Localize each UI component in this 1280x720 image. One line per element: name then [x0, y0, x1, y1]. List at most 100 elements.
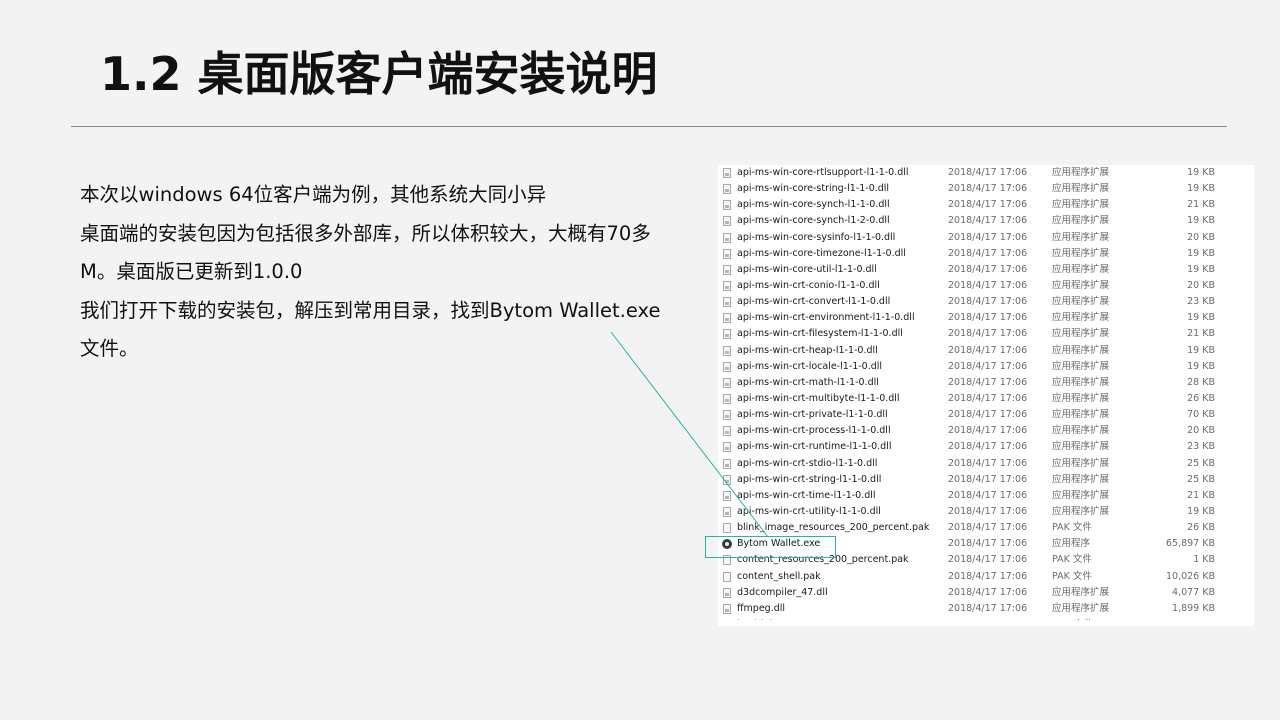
file-row[interactable]: content_shell.pak 2018/4/17 17:06 PAK 文件 10…	[718, 569, 1254, 585]
file-row[interactable]: api-ms-win-core-rtlsupport-l1-1-0.dll 201…	[718, 165, 1254, 181]
file-row[interactable]: api-ms-win-crt-time-l1-1-0.dll 2018/4/17 …	[718, 488, 1254, 504]
body-line-1: 本次以windows 64位客户端为例，其他系统大同小异	[80, 183, 547, 206]
file-row[interactable]: api-ms-win-core-synch-l1-2-0.dll 2018/4/1…	[718, 213, 1254, 229]
file-type: 应用程序扩展	[1052, 296, 1110, 308]
file-name: api-ms-win-core-synch-l1-2-0.dll	[737, 215, 890, 227]
file-type: 应用程序扩展	[1052, 247, 1110, 259]
file-type: 应用程序扩展	[1052, 215, 1110, 227]
file-date: 2018/4/17 17:06	[948, 425, 1028, 437]
file-name: api-ms-win-crt-filesystem-l1-1-0.dll	[737, 328, 903, 340]
body-line-5: 文件。	[80, 337, 139, 360]
file-date: 2018/4/17 17:06	[948, 344, 1028, 356]
file-size: 20 KB	[1187, 425, 1215, 437]
file-row[interactable]: blink_image_resources_200_percent.pak 201…	[718, 520, 1254, 536]
file-row[interactable]: d3dcompiler_47.dll 2018/4/17 17:06 应用程序扩展 4…	[718, 585, 1254, 601]
slide-title: 1.2 桌面版客户端安装说明	[100, 47, 658, 101]
file-type: 应用程序扩展	[1052, 183, 1110, 195]
dll-file-icon	[723, 474, 731, 485]
file-type: 应用程序扩展	[1052, 167, 1110, 178]
file-name: blink_image_resources_200_percent.pak	[737, 522, 930, 534]
file-name: api-ms-win-core-timezone-l1-1-0.dll	[737, 247, 906, 259]
file-row[interactable]: api-ms-win-crt-stdio-l1-1-0.dll 2018/4/17…	[718, 456, 1254, 472]
file-date: 2018/4/17 17:06	[948, 199, 1028, 211]
body-line-2: 桌面端的安装包因为包括很多外部库，所以体积较大，大概有70多	[80, 221, 651, 245]
file-type: 应用程序扩展	[1052, 602, 1110, 614]
file-size: 21 KB	[1187, 489, 1215, 501]
file-size: 19 KB	[1187, 183, 1215, 195]
file-type: 应用程序扩展	[1052, 360, 1110, 372]
file-row[interactable]: api-ms-win-core-timezone-l1-1-0.dll 2018/…	[718, 246, 1254, 262]
file-name: api-ms-win-crt-runtime-l1-1-0.dll	[737, 441, 892, 453]
file-row[interactable]: api-ms-win-crt-conio-l1-1-0.dll 2018/4/17…	[718, 278, 1254, 294]
file-row[interactable]: api-ms-win-core-util-l1-1-0.dll 2018/4/17…	[718, 262, 1254, 278]
file-row[interactable]: api-ms-win-core-synch-l1-1-0.dll 2018/4/1…	[718, 197, 1254, 213]
dll-file-icon	[723, 248, 731, 259]
dll-file-icon	[723, 506, 731, 517]
file-type: 应用程序扩展	[1052, 586, 1110, 598]
file-name: api-ms-win-core-util-l1-1-0.dll	[737, 263, 877, 275]
file-size: 19 KB	[1187, 360, 1215, 372]
list-cutoff	[718, 620, 1254, 626]
file-row[interactable]: api-ms-win-crt-string-l1-1-0.dll 2018/4/1…	[718, 472, 1254, 488]
file-type: 应用程序扩展	[1052, 489, 1110, 501]
file-row[interactable]: api-ms-win-crt-multibyte-l1-1-0.dll 2018/…	[718, 391, 1254, 407]
file-row[interactable]: api-ms-win-crt-runtime-l1-1-0.dll 2018/4/…	[718, 439, 1254, 455]
file-row[interactable]: api-ms-win-crt-math-l1-1-0.dll 2018/4/17 …	[718, 375, 1254, 391]
body-line-3: M。桌面版已更新到1.0.0	[80, 260, 303, 283]
file-name: api-ms-win-crt-stdio-l1-1-0.dll	[737, 457, 878, 469]
file-type: 应用程序扩展	[1052, 344, 1110, 356]
file-type: 应用程序扩展	[1052, 199, 1110, 211]
file-row[interactable]: api-ms-win-crt-convert-l1-1-0.dll 2018/4/…	[718, 294, 1254, 310]
dll-file-icon	[723, 168, 731, 178]
file-size: 26 KB	[1187, 522, 1215, 534]
file-type: 应用程序扩展	[1052, 376, 1110, 388]
file-date: 2018/4/17 17:06	[948, 263, 1028, 275]
file-row[interactable]: api-ms-win-crt-filesystem-l1-1-0.dll 2018…	[718, 326, 1254, 342]
file-type: 应用程序扩展	[1052, 505, 1110, 517]
file-name: api-ms-win-crt-heap-l1-1-0.dll	[737, 344, 878, 356]
file-row[interactable]: api-ms-win-crt-private-l1-1-0.dll 2018/4/…	[718, 407, 1254, 423]
file-row[interactable]: api-ms-win-crt-environment-l1-1-0.dll 201…	[718, 310, 1254, 326]
file-name: api-ms-win-crt-conio-l1-1-0.dll	[737, 279, 880, 291]
file-date: 2018/4/17 17:06	[948, 167, 1028, 178]
file-row[interactable]: api-ms-win-crt-process-l1-1-0.dll 2018/4/…	[718, 423, 1254, 439]
file-type: PAK 文件	[1052, 570, 1092, 582]
file-size: 10,026 KB	[1165, 570, 1215, 582]
file-row[interactable]: api-ms-win-crt-utility-l1-1-0.dll 2018/4/…	[718, 504, 1254, 520]
dll-file-icon	[723, 587, 731, 598]
file-date: 2018/4/17 17:06	[948, 489, 1028, 501]
file-date: 2018/4/17 17:06	[948, 279, 1028, 291]
file-name: api-ms-win-core-string-l1-1-0.dll	[737, 183, 890, 195]
file-row[interactable]: api-ms-win-crt-locale-l1-1-0.dll 2018/4/1…	[718, 359, 1254, 375]
file-type: 应用程序扩展	[1052, 473, 1110, 485]
file-row[interactable]: api-ms-win-core-sysinfo-l1-1-0.dll 2018/4…	[718, 230, 1254, 246]
file-row[interactable]: ffmpeg.dll 2018/4/17 17:06 应用程序扩展 1,899 KB	[718, 601, 1254, 617]
file-date: 2018/4/17 17:06	[948, 522, 1028, 534]
file-size: 19 KB	[1187, 167, 1215, 178]
file-date: 2018/4/17 17:06	[948, 554, 1028, 566]
file-type: 应用程序扩展	[1052, 263, 1110, 275]
file-row[interactable]: api-ms-win-core-string-l1-1-0.dll 2018/4/…	[718, 181, 1254, 197]
file-size: 19 KB	[1187, 247, 1215, 259]
file-name: api-ms-win-crt-environment-l1-1-0.dll	[737, 312, 915, 324]
dll-file-icon	[723, 200, 731, 211]
title-divider	[71, 126, 1227, 127]
file-size: 26 KB	[1187, 392, 1215, 404]
file-size: 28 KB	[1187, 376, 1215, 388]
file-date: 2018/4/17 17:06	[948, 312, 1028, 324]
file-name: api-ms-win-crt-string-l1-1-0.dll	[737, 473, 882, 485]
file-type: 应用程序扩展	[1052, 409, 1110, 421]
dll-file-icon	[723, 426, 731, 437]
file-name: api-ms-win-crt-locale-l1-1-0.dll	[737, 360, 883, 372]
file-size: 25 KB	[1187, 473, 1215, 485]
file-date: 2018/4/17 17:06	[948, 586, 1028, 598]
file-size: 21 KB	[1187, 328, 1215, 340]
file-type: 应用程序扩展	[1052, 392, 1110, 404]
file-type: 应用程序扩展	[1052, 457, 1110, 469]
file-name: api-ms-win-core-synch-l1-1-0.dll	[737, 199, 890, 211]
file-name: api-ms-win-core-rtlsupport-l1-1-0.dll	[737, 167, 909, 178]
file-type: 应用程序	[1052, 538, 1091, 550]
file-row[interactable]: api-ms-win-crt-heap-l1-1-0.dll 2018/4/17 …	[718, 343, 1254, 359]
file-date: 2018/4/17 17:06	[948, 247, 1028, 259]
file-date: 2018/4/17 17:06	[948, 360, 1028, 372]
